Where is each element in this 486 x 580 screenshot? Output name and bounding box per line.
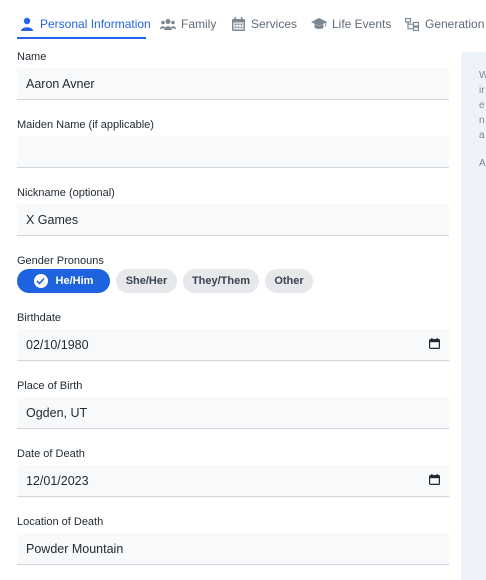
- side-panel-text: e: [479, 100, 485, 111]
- nickname-value: X Games: [26, 212, 79, 227]
- pronoun-label: She/Her: [125, 275, 168, 287]
- birthdate-field[interactable]: 02/10/1980: [17, 329, 449, 361]
- calendar-icon[interactable]: [429, 473, 441, 488]
- tab-label: Life Events: [332, 17, 392, 31]
- location-of-death-field[interactable]: Powder Mountain: [17, 533, 449, 565]
- nickname-label: Nickname (optional): [17, 187, 115, 199]
- active-tab-indicator: [17, 37, 146, 39]
- gender-pronouns-label: Gender Pronouns: [17, 255, 104, 267]
- pronoun-label: He/Him: [55, 275, 94, 287]
- birthdate-value: 02/10/1980: [26, 337, 89, 352]
- date-of-death-value: 12/01/2023: [26, 473, 89, 488]
- location-of-death-label: Location of Death: [17, 516, 104, 528]
- tab-label: Family: [181, 17, 217, 31]
- place-of-birth-field[interactable]: Ogden, UT: [17, 397, 449, 429]
- name-value: Aaron Avner: [26, 76, 95, 91]
- side-panel-text: A: [479, 158, 486, 169]
- check-icon: [33, 274, 48, 288]
- tab-life-events[interactable]: Life Events: [311, 12, 391, 36]
- side-panel-text: W: [479, 70, 486, 81]
- place-of-birth-value: Ogden, UT: [26, 405, 88, 420]
- name-label: Name: [17, 51, 47, 63]
- tab-services[interactable]: Services: [230, 12, 297, 36]
- side-panel-text: n: [479, 115, 485, 126]
- tab-family[interactable]: Family: [160, 12, 216, 36]
- person-icon: [19, 16, 35, 32]
- tab-label: Generation: [425, 17, 485, 31]
- maiden-name-field[interactable]: [17, 136, 449, 168]
- birthdate-label: Birthdate: [17, 312, 62, 324]
- side-info-panel: W ir e n a A: [461, 52, 486, 580]
- pronoun-option-he-him[interactable]: He/Him: [17, 269, 110, 293]
- date-of-death-field[interactable]: 12/01/2023: [17, 465, 449, 497]
- place-of-birth-label: Place of Birth: [17, 380, 83, 392]
- name-field[interactable]: Aaron Avner: [17, 68, 449, 100]
- side-panel-text: a: [479, 130, 485, 141]
- location-of-death-value: Powder Mountain: [26, 541, 124, 556]
- calendar-icon[interactable]: [429, 337, 441, 352]
- pronoun-option-other[interactable]: Other: [265, 269, 313, 293]
- people-icon: [160, 16, 176, 32]
- date-of-death-label: Date of Death: [17, 448, 85, 460]
- calendar-icon: [230, 16, 246, 32]
- tab-personal-information[interactable]: Personal Information: [19, 12, 151, 36]
- tab-label: Personal Information: [40, 17, 151, 31]
- side-panel-text: ir: [479, 85, 485, 96]
- tab-label: Services: [251, 17, 298, 31]
- pronoun-option-they-them[interactable]: They/Them: [183, 269, 259, 293]
- maiden-name-label: Maiden Name (if applicable): [17, 119, 154, 131]
- pronoun-label: They/Them: [191, 275, 251, 287]
- pronoun-option-she-her[interactable]: She/Her: [116, 269, 177, 293]
- graduation-cap-icon: [311, 16, 327, 32]
- pronoun-label: Other: [274, 275, 304, 287]
- tree-icon: [404, 16, 420, 32]
- tab-bar: Personal Information Family Services Lif…: [0, 0, 486, 42]
- nickname-field[interactable]: X Games: [17, 204, 449, 236]
- gender-pronouns-group: He/Him She/Her They/Them Other: [17, 269, 313, 293]
- tab-generation[interactable]: Generation: [404, 12, 484, 36]
